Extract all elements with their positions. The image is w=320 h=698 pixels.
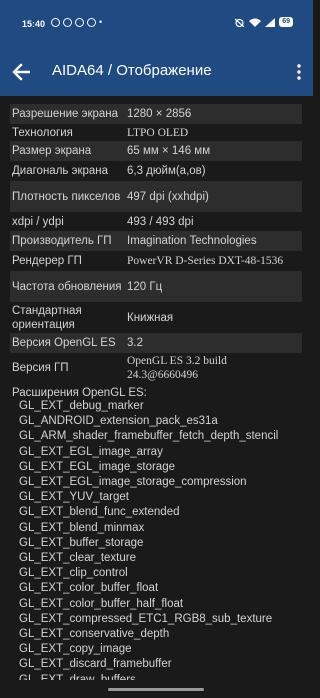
list-item: GL_EXT_EGL_image_array xyxy=(19,445,163,458)
row-key: Размер экрана xyxy=(12,145,92,157)
row-key: Плотность пикселов xyxy=(12,190,121,203)
list-item: GL_EXT_blend_minmax xyxy=(19,521,145,534)
row-key: Версия OpenGL ES xyxy=(12,337,116,349)
table-row: Технология LTPO OLED xyxy=(10,124,302,141)
row-value: 6,3 дюйм(а,ов) xyxy=(127,165,206,177)
row-value: 493 / 493 dpi xyxy=(127,215,194,228)
table-row: Стандартная ориентация Книжная xyxy=(10,302,302,333)
list-item: GL_EXT_clear_texture xyxy=(19,552,136,565)
row-key: Разрешение экрана xyxy=(12,108,119,120)
list-item: GL_EXT_blend_func_extended xyxy=(19,506,180,519)
table-row: Частота обновления 120 Гц xyxy=(10,271,302,302)
row-key: Диагональ экрана xyxy=(12,165,109,177)
alarm-off-icon xyxy=(234,18,245,27)
notification-icons: • xyxy=(51,18,102,27)
list-item: GL_EXT_EGL_image_storage xyxy=(19,460,175,473)
row-key: Производитель ГП xyxy=(12,235,112,247)
signal-icon xyxy=(265,17,276,27)
list-item: GL_EXT_buffer_storage xyxy=(19,536,144,549)
table-row: Диагональ экрана 6,3 дюйм(а,ов) xyxy=(10,161,302,181)
row-key: Стандартная ориентация xyxy=(12,304,82,331)
row-value: Imagination Technologies xyxy=(127,235,257,247)
home-gesture-handle[interactable] xyxy=(108,688,204,691)
list-item: GL_EXT_clip_control xyxy=(19,567,128,580)
list-item: GL_EXT_YUV_target xyxy=(19,491,129,504)
more-notifications-icon: • xyxy=(99,17,103,27)
row-value: 497 dpi (xxhdpi) xyxy=(127,190,209,203)
row-key: Технология xyxy=(12,126,73,139)
row-value: OpenGL ES 3.2 build 24.3@6660496 xyxy=(127,355,227,381)
system-icons: 69 xyxy=(234,17,293,27)
table-row: Размер экрана 65 мм × 146 мм xyxy=(10,141,302,161)
row-key: Версия ГП xyxy=(12,362,69,374)
wifi-icon xyxy=(249,18,262,27)
row-value: 1280 × 2856 xyxy=(127,108,192,120)
list-item: GL_EXT_discard_framebuffer xyxy=(19,658,172,671)
row-value: 120 Гц xyxy=(127,280,163,293)
table-row: Рендерер ГП PowerVR D-Series DXT-48-1536 xyxy=(10,251,302,271)
list-item: GL_ANDROID_extension_pack_es31a xyxy=(19,415,218,428)
list-item: GL_EXT_EGL_image_storage_compression xyxy=(19,476,247,489)
table-row: Производитель ГП Imagination Technologie… xyxy=(10,231,302,251)
row-key: xdpi / ydpi xyxy=(12,215,64,228)
table-row: Разрешение экрана 1280 × 2856 xyxy=(10,104,302,124)
row-value: 3.2 xyxy=(127,337,143,349)
table-row: Версия OpenGL ES 3.2 xyxy=(10,333,302,353)
navigation-bar xyxy=(0,680,313,698)
battery-icon: 69 xyxy=(279,17,293,27)
list-item: GL_ARM_shader_framebuffer_fetch_depth_st… xyxy=(19,430,279,443)
back-arrow-icon[interactable] xyxy=(12,61,30,83)
list-item: GL_EXT_copy_image xyxy=(19,643,132,656)
extensions-list: GL_EXT_debug_marker GL_ANDROID_extension… xyxy=(10,399,302,688)
row-key: Частота обновления xyxy=(12,280,122,293)
list-item: GL_EXT_compressed_ETC1_RGB8_sub_texture xyxy=(19,612,273,625)
row-value: PowerVR D-Series DXT-48-1536 xyxy=(127,255,284,267)
row-value: Книжная xyxy=(127,311,174,324)
row-value: LTPO OLED xyxy=(127,126,189,139)
whatsapp-icon xyxy=(63,18,72,27)
overflow-menu-icon[interactable] xyxy=(297,64,301,80)
table-row: Плотность пикселов 497 dpi (xxhdpi) xyxy=(10,181,302,212)
row-value: 65 мм × 146 мм xyxy=(127,145,211,157)
table-row: Версия ГП OpenGL ES 3.2 build 24.3@66604… xyxy=(10,353,302,383)
row-key: Рендерер ГП xyxy=(12,255,82,267)
app-bar: AIDA64 / Отображение xyxy=(0,48,313,96)
display-info: Разрешение экрана 1280 × 2856 Технология… xyxy=(10,104,302,688)
list-item: GL_EXT_color_buffer_half_float xyxy=(19,597,184,610)
status-time: 15:40 xyxy=(22,19,46,29)
whatsapp-icon xyxy=(51,18,60,27)
list-item: GL_EXT_debug_marker xyxy=(19,400,144,412)
table-row: xdpi / ydpi 493 / 493 dpi xyxy=(10,212,302,231)
sync-icon xyxy=(87,18,96,27)
status-bar: 15:40 • 69 xyxy=(0,0,313,48)
list-item: GL_EXT_color_buffer_float xyxy=(19,582,159,595)
list-item: GL_EXT_conservative_depth xyxy=(19,628,170,641)
shazam-icon xyxy=(75,18,84,27)
page-title: AIDA64 / Отображение xyxy=(52,62,212,79)
extensions-title: Расширения OpenGL ES: xyxy=(12,387,147,399)
